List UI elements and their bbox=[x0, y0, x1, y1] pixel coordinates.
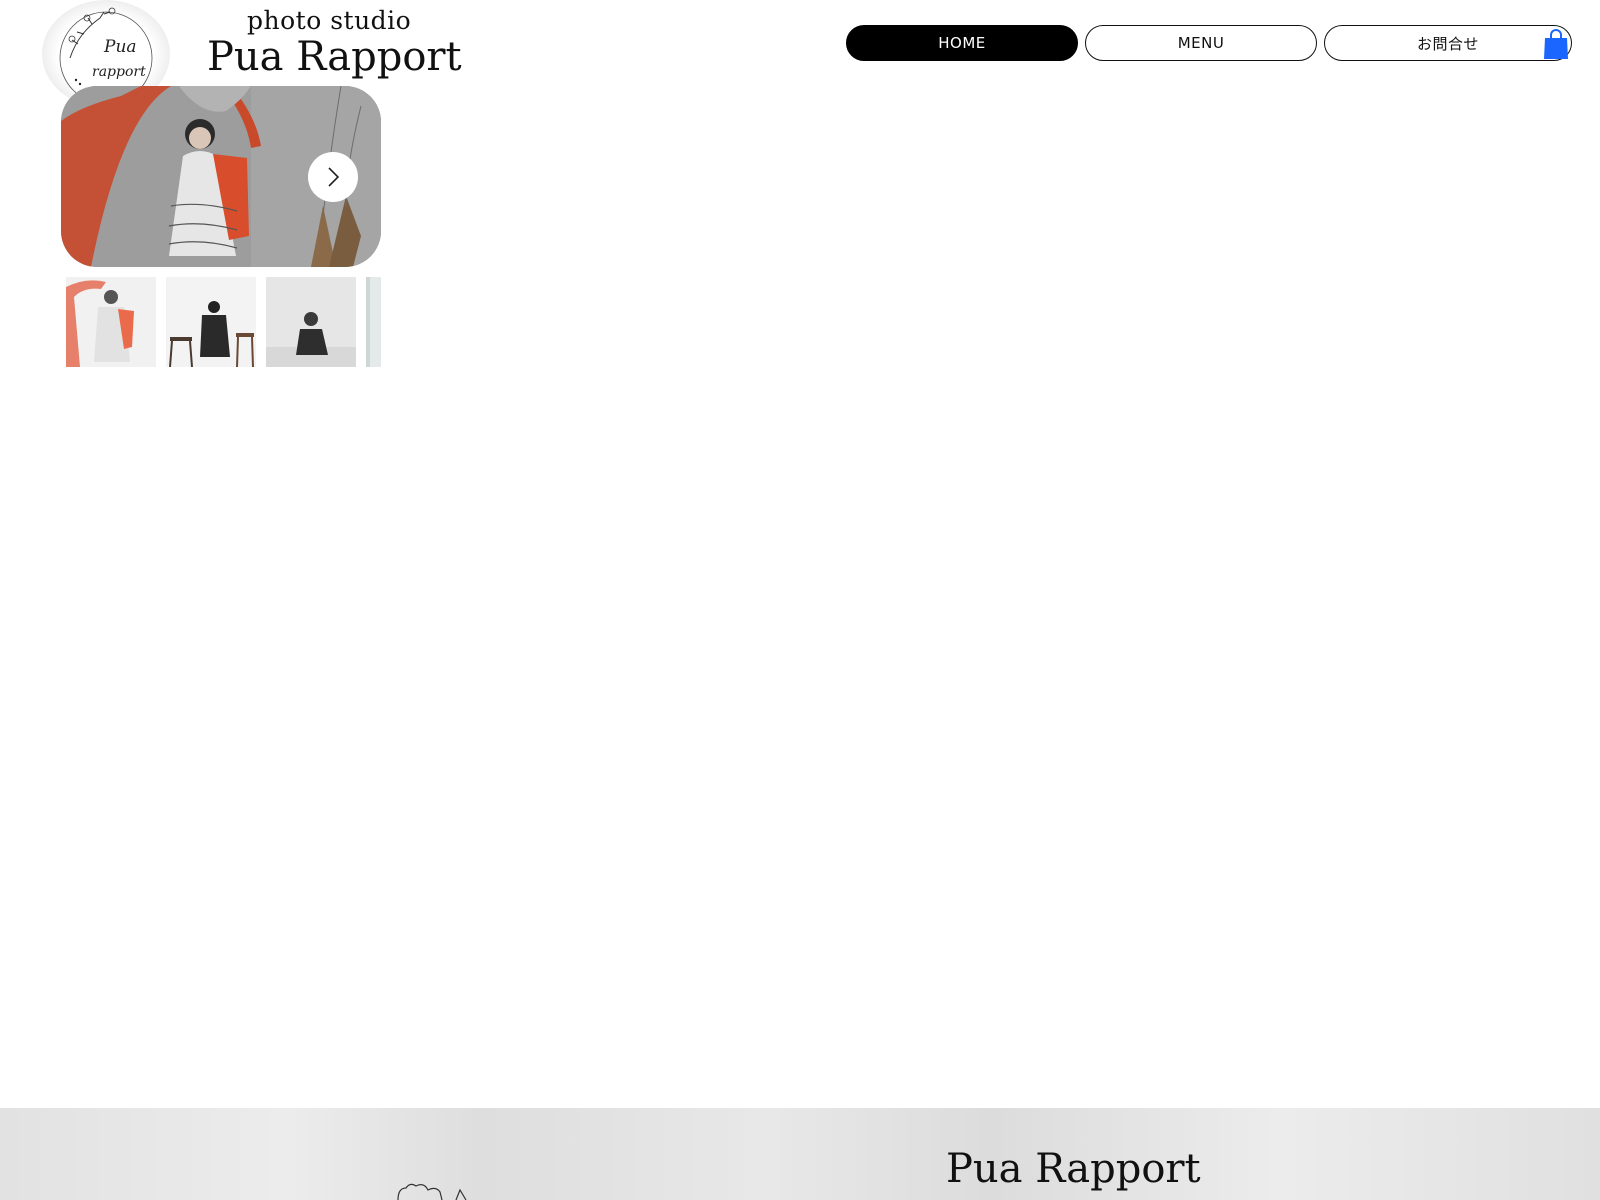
thumbnail-strip bbox=[66, 277, 381, 367]
thumbnail-4[interactable] bbox=[366, 277, 381, 367]
thumbnail-3[interactable] bbox=[266, 277, 356, 367]
page: Pua rapport photo studio Pua Rapport HOM… bbox=[0, 0, 1600, 1200]
footer-title: Pua Rapport bbox=[946, 1146, 1201, 1192]
thumbnail-1[interactable] bbox=[66, 277, 156, 367]
chevron-right-icon bbox=[328, 167, 340, 187]
thumbnail-2[interactable] bbox=[166, 277, 256, 367]
flower-illustration-icon bbox=[397, 1183, 467, 1200]
logo-text-line2: rapport bbox=[92, 64, 146, 80]
next-slide-button[interactable] bbox=[308, 152, 358, 202]
brand-subtitle: photo studio bbox=[247, 6, 412, 35]
brand-title[interactable]: Pua Rapport bbox=[207, 34, 462, 80]
nav-menu-button[interactable]: MENU bbox=[1085, 25, 1317, 61]
shopping-bag-icon[interactable] bbox=[1543, 28, 1569, 60]
logo-text-line1: Pua bbox=[103, 37, 137, 57]
footer-section: Pua Rapport bbox=[0, 1108, 1600, 1200]
nav-contact-button[interactable]: お問合せ bbox=[1324, 25, 1572, 61]
nav-home-button[interactable]: HOME bbox=[846, 25, 1078, 61]
